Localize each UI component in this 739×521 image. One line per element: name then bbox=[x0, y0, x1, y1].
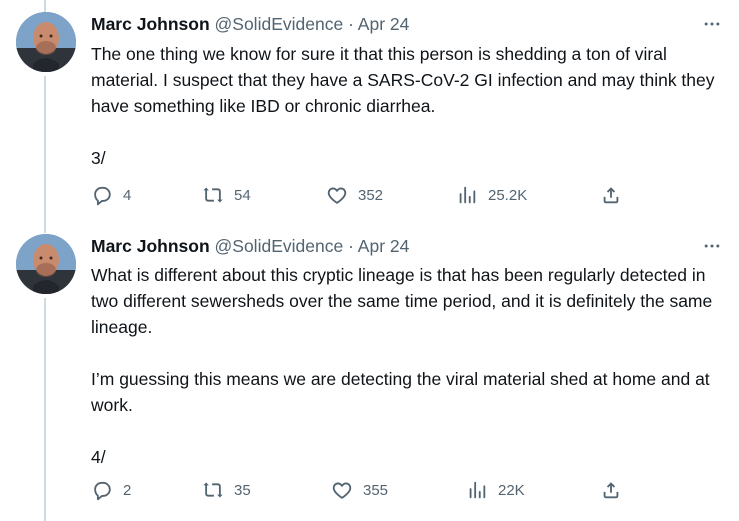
reply-button[interactable]: 2 bbox=[91, 475, 131, 505]
views-count: 25.2K bbox=[488, 186, 528, 204]
tweet-actions: 4 54 352 25.2K bbox=[91, 180, 636, 210]
tweet-text: What is different about this cryptic lin… bbox=[91, 262, 731, 470]
retweet-count: 54 bbox=[234, 186, 251, 204]
more-options-button[interactable] bbox=[700, 12, 724, 36]
author-name[interactable]: Marc Johnson bbox=[91, 236, 210, 256]
like-button[interactable]: 352 bbox=[326, 180, 383, 210]
views-button[interactable]: 25.2K bbox=[456, 180, 527, 210]
share-icon bbox=[603, 187, 619, 204]
retweet-count: 35 bbox=[234, 481, 251, 499]
heart-icon bbox=[327, 187, 347, 204]
views-count: 22K bbox=[498, 481, 525, 499]
tweet-header: Marc Johnson @SolidEvidence · Apr 24 bbox=[91, 13, 409, 35]
tweet-actions: 2 35 355 22K bbox=[91, 475, 636, 505]
views-button[interactable]: 22K bbox=[466, 475, 525, 505]
tweet-paragraph: 4/ bbox=[91, 447, 106, 467]
avatar[interactable] bbox=[16, 12, 76, 72]
tweet[interactable]: Marc Johnson @SolidEvidence · Apr 24 Wha… bbox=[0, 222, 739, 521]
more-options-button[interactable] bbox=[700, 234, 724, 258]
retweet-icon bbox=[203, 187, 223, 203]
views-chart-icon bbox=[469, 481, 486, 499]
avatar-image bbox=[16, 234, 76, 294]
tweet-paragraph: The one thing we know for sure it that t… bbox=[91, 44, 715, 116]
tweet-paragraph: What is different about this cryptic lin… bbox=[91, 265, 713, 337]
retweet-button[interactable]: 35 bbox=[202, 475, 251, 505]
tweet-paragraph: 3/ bbox=[91, 148, 106, 168]
tweet[interactable]: Marc Johnson @SolidEvidence · Apr 24 The… bbox=[0, 0, 739, 222]
retweet-icon bbox=[203, 482, 223, 498]
like-count: 355 bbox=[363, 481, 389, 499]
avatar-image bbox=[16, 12, 76, 72]
share-button[interactable] bbox=[600, 475, 622, 505]
heart-icon bbox=[332, 482, 352, 499]
tweet-text: The one thing we know for sure it that t… bbox=[91, 41, 731, 171]
author-handle[interactable]: @SolidEvidence bbox=[215, 14, 344, 34]
more-horizontal-icon bbox=[704, 22, 720, 26]
avatar[interactable] bbox=[16, 234, 76, 294]
reply-count: 4 bbox=[123, 186, 132, 204]
tweet-paragraph: I’m guessing this means we are detecting… bbox=[91, 369, 710, 415]
views-chart-icon bbox=[459, 186, 476, 204]
reply-icon bbox=[94, 186, 111, 206]
separator-dot: · bbox=[348, 236, 354, 256]
reply-button[interactable]: 4 bbox=[91, 180, 131, 210]
more-horizontal-icon bbox=[704, 244, 720, 248]
tweet-date[interactable]: Apr 24 bbox=[358, 236, 410, 256]
share-button[interactable] bbox=[600, 180, 622, 210]
separator-dot: · bbox=[348, 14, 354, 34]
reply-count: 2 bbox=[123, 481, 132, 499]
reply-icon bbox=[94, 481, 111, 501]
author-name[interactable]: Marc Johnson bbox=[91, 14, 210, 34]
like-button[interactable]: 355 bbox=[331, 475, 388, 505]
author-handle[interactable]: @SolidEvidence bbox=[215, 236, 344, 256]
tweet-date[interactable]: Apr 24 bbox=[358, 14, 410, 34]
share-icon bbox=[603, 482, 619, 499]
retweet-button[interactable]: 54 bbox=[202, 180, 251, 210]
tweet-header: Marc Johnson @SolidEvidence · Apr 24 bbox=[91, 235, 409, 257]
like-count: 352 bbox=[358, 186, 384, 204]
